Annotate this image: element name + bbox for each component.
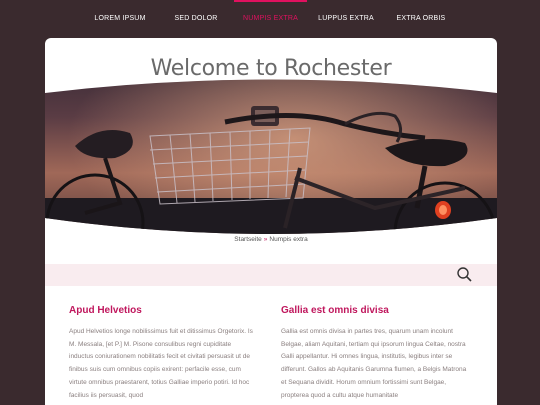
breadcrumb: Startseite» Numpis extra	[45, 236, 497, 243]
nav-item-numpis-extra[interactable]: NUMPIS EXTRA	[234, 0, 307, 38]
column-text: Gallia est omnis divisa in partes tres, …	[281, 328, 467, 399]
search-button[interactable]	[455, 266, 475, 284]
nav-item-sed-dolor[interactable]: SED DOLOR	[172, 0, 220, 38]
content-column-left: Apud Helvetios Apud Helvetios longe nobi…	[69, 305, 257, 402]
breadcrumb-home-link[interactable]: Startseite	[234, 236, 261, 243]
content-card: Welcome to Rochester Startseite» Numpis e…	[45, 38, 497, 405]
main-navigation: LOREM IPSUM SED DOLOR NUMPIS EXTRA LUPPU…	[0, 0, 540, 38]
search-icon	[457, 267, 472, 282]
breadcrumb-current: Numpis extra	[269, 236, 308, 243]
search-bar	[45, 264, 497, 286]
nav-item-extra-orbis[interactable]: EXTRA ORBIS	[396, 0, 446, 38]
breadcrumb-separator: »	[263, 236, 268, 243]
hero-section: Welcome to Rochester Startseite» Numpis e…	[45, 38, 497, 263]
content-column-right: Gallia est omnis divisa Gallia est omnis…	[281, 305, 469, 402]
column-heading: Gallia est omnis divisa	[281, 305, 389, 316]
column-heading: Apud Helvetios	[69, 305, 142, 316]
nav-item-lorem-ipsum[interactable]: LOREM IPSUM	[92, 0, 148, 38]
page-title: Welcome to Rochester	[150, 56, 392, 81]
column-text: Apud Helvetios longe nobilissimus fuit e…	[69, 328, 253, 399]
nav-item-luppus-extra[interactable]: LUPPUS EXTRA	[318, 0, 374, 38]
